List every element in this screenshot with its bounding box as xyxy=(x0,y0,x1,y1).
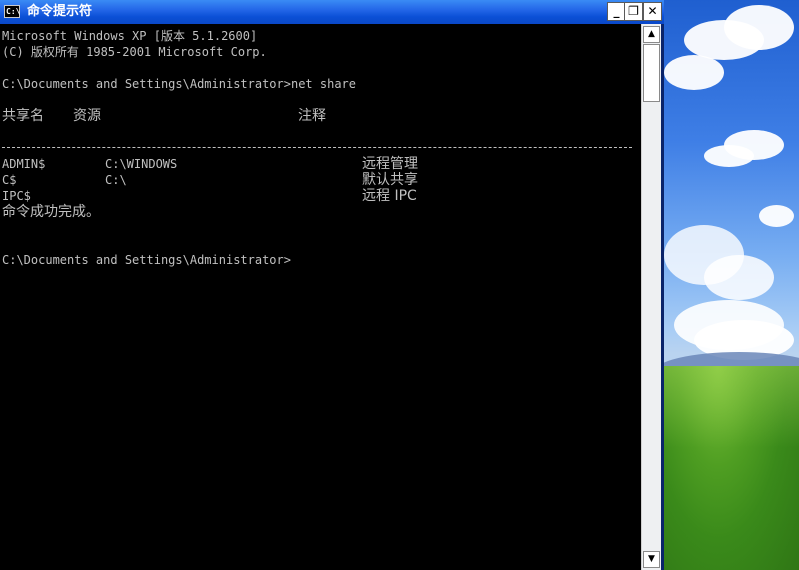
close-button[interactable]: ✕ xyxy=(643,2,662,21)
row-resource: C:\WINDOWS xyxy=(105,157,178,171)
header-remark: 注释 xyxy=(298,108,326,124)
row-name: IPC$ xyxy=(2,189,31,203)
scroll-up-arrow-icon[interactable]: ▲ xyxy=(643,26,660,43)
title-bar[interactable]: C:\ 命令提示符 _ ❐ ✕ xyxy=(0,0,664,24)
row-remark: 默认共享 xyxy=(362,172,418,188)
header-resource: 资源 xyxy=(73,108,101,124)
header-share-name: 共享名 xyxy=(2,108,44,124)
version-line: Microsoft Windows XP [版本 5.1.2600] xyxy=(2,29,258,43)
maximize-button[interactable]: ❐ xyxy=(624,2,643,21)
row-name: C$ xyxy=(2,173,17,187)
copyright-line: (C) 版权所有 1985-2001 Microsoft Corp. xyxy=(2,45,267,59)
scroll-thumb[interactable] xyxy=(643,44,660,102)
desktop-wallpaper xyxy=(664,0,799,570)
row-remark: 远程管理 xyxy=(362,156,418,172)
window-title: 命令提示符 xyxy=(27,4,93,19)
command-line: C:\Documents and Settings\Administrator>… xyxy=(2,77,357,91)
scroll-down-arrow-icon[interactable]: ▼ xyxy=(643,551,660,568)
row-name: ADMIN$ xyxy=(2,157,46,171)
console-output[interactable]: Microsoft Windows XP [版本 5.1.2600] (C) 版… xyxy=(0,24,641,570)
console-app-icon[interactable]: C:\ xyxy=(4,5,20,18)
window-border xyxy=(661,24,664,570)
separator-line xyxy=(2,147,632,148)
row-remark: 远程 IPC xyxy=(362,188,417,204)
command-prompt-window[interactable]: C:\ 命令提示符 _ ❐ ✕ Microsoft Windows XP [版本… xyxy=(0,0,664,570)
command-prompt[interactable]: C:\Documents and Settings\Administrator> xyxy=(2,252,291,268)
result-message: 命令成功完成。 xyxy=(2,204,100,220)
row-resource: C:\ xyxy=(105,173,127,187)
vertical-scrollbar[interactable]: ▲ ▼ xyxy=(641,24,661,570)
